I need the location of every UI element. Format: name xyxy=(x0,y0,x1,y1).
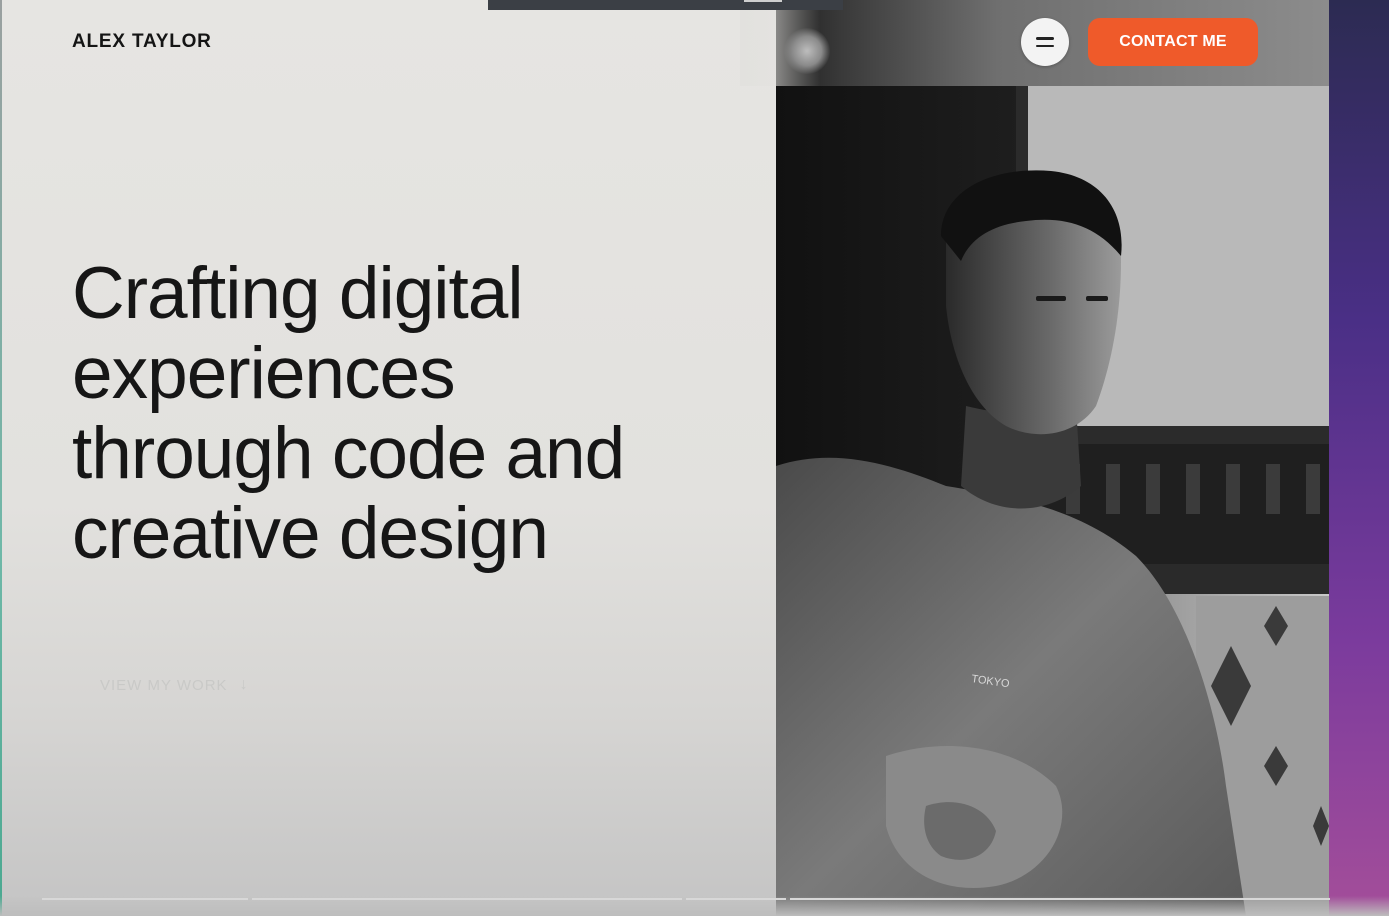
hamburger-icon xyxy=(1036,37,1054,40)
hero-title-line: creative design xyxy=(72,493,549,574)
progress-segment xyxy=(42,898,248,900)
progress-segment xyxy=(252,898,682,900)
contact-me-button[interactable]: CONTACT ME xyxy=(1088,18,1258,66)
hero-panel: Crafting digital experiences through cod… xyxy=(0,0,776,916)
active-tab-indicator xyxy=(744,0,782,2)
browser-tab-strip xyxy=(488,0,843,10)
hero-title-line: Crafting digital xyxy=(72,253,524,334)
menu-button[interactable] xyxy=(1021,18,1069,66)
hamburger-icon-bar xyxy=(1036,44,1054,47)
portrait-illustration: TOKYO xyxy=(776,86,1329,916)
view-my-work-label: VIEW MY WORK xyxy=(100,676,228,694)
portfolio-page: Crafting digital experiences through cod… xyxy=(0,0,1389,916)
portrait-photo: TOKYO xyxy=(776,86,1329,916)
left-edge-line xyxy=(0,0,2,916)
arrow-down-icon: ↓ xyxy=(239,676,249,693)
blurred-dot xyxy=(784,28,830,74)
site-logo[interactable]: ALEX TAYLOR xyxy=(72,31,212,53)
progress-segment xyxy=(686,898,786,900)
hero-title-line: experiences xyxy=(72,333,456,414)
bottom-progress-strip xyxy=(0,896,1389,916)
view-my-work-link[interactable]: VIEW MY WORK ↓ xyxy=(100,676,249,694)
hero-title-line: through code and xyxy=(72,413,625,494)
right-gradient-edge xyxy=(1329,0,1389,916)
hero-title: Crafting digital experiences through cod… xyxy=(72,254,752,574)
progress-segment xyxy=(790,898,1330,900)
